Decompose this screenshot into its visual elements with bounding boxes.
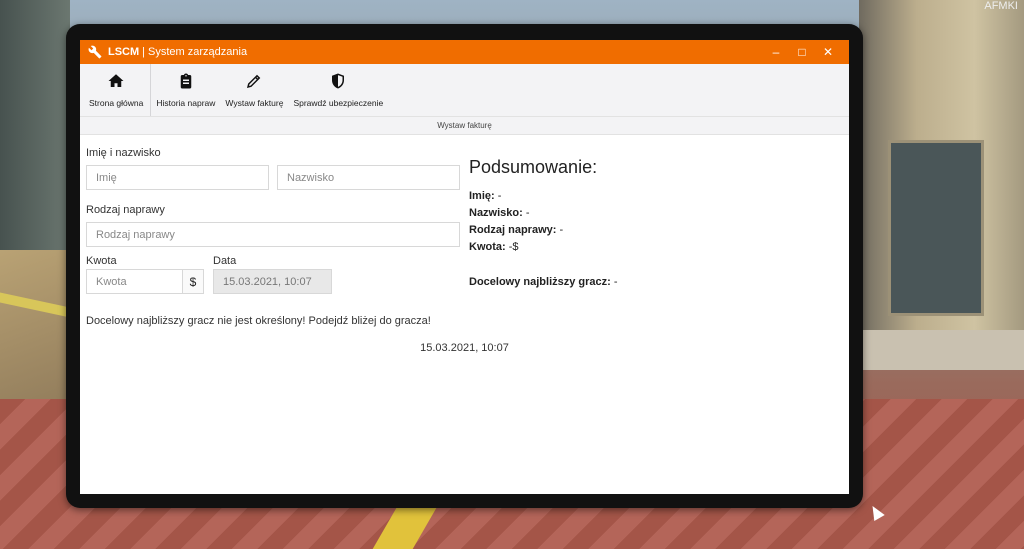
summary-first-name: Imię: -	[469, 190, 769, 202]
summary-panel: Podsumowanie: Imię: - Nazwisko: - Rodzaj…	[469, 157, 769, 293]
toolbar-history-label: Historia napraw	[156, 98, 216, 108]
toolbar-invoice-button[interactable]: Wystaw fakturę	[220, 64, 288, 116]
title-bar: LSCM | System zarządzania – □ ✕	[80, 40, 849, 64]
home-icon	[108, 74, 124, 87]
shield-icon	[332, 73, 345, 89]
summary-repair-value: -	[556, 224, 564, 236]
repair-label: Rodzaj naprawy	[86, 204, 165, 216]
toolbar-insurance-label: Sprawdź ubezpieczenie	[293, 98, 384, 108]
date-input	[213, 269, 332, 294]
summary-last-name-value: -	[522, 207, 530, 219]
invoice-form: Imię i nazwisko Rodzaj naprawy Kwota $	[86, 147, 460, 294]
summary-amount-key: Kwota:	[469, 241, 506, 253]
name-row	[86, 165, 460, 190]
summary-spacer	[469, 258, 769, 276]
invoice-content: Imię i nazwisko Rodzaj naprawy Kwota $	[80, 135, 849, 494]
summary-first-name-value: -	[494, 190, 502, 202]
close-button[interactable]: ✕	[815, 45, 841, 59]
background-building-left	[0, 0, 70, 260]
last-name-input[interactable]	[277, 165, 460, 190]
toolbar-invoice-label: Wystaw fakturę	[225, 98, 284, 108]
first-name-input[interactable]	[86, 165, 269, 190]
toolbar-insurance-button[interactable]: Sprawdź ubezpieczenie	[288, 64, 388, 116]
page-title: Wystaw fakturę	[80, 117, 849, 135]
summary-title: Podsumowanie:	[469, 157, 598, 177]
title-separator: |	[142, 46, 146, 58]
footer-timestamp: 15.03.2021, 10:07	[420, 342, 509, 354]
toolbar-home-label: Strona główna	[89, 98, 144, 108]
tablet-frame: LSCM | System zarządzania – □ ✕ Strona g…	[66, 24, 863, 508]
summary-last-name-key: Nazwisko:	[469, 207, 523, 219]
dollar-addon: $	[182, 269, 204, 294]
app-window: LSCM | System zarządzania – □ ✕ Strona g…	[80, 40, 849, 494]
amount-field: $	[86, 269, 204, 294]
summary-first-name-key: Imię:	[469, 190, 495, 202]
wrench-icon	[88, 45, 102, 59]
clipboard-icon	[180, 73, 192, 89]
player-warning: Docelowy najbliższy gracz nie jest okreś…	[86, 315, 431, 327]
maximize-button[interactable]: □	[789, 45, 815, 59]
pencil-icon	[247, 74, 261, 89]
summary-target-key: Docelowy najbliższy gracz:	[469, 276, 611, 288]
background-door	[888, 140, 984, 316]
app-subtitle: System zarządzania	[148, 46, 248, 58]
toolbar: Strona główna Historia napraw Wystaw fak…	[80, 64, 849, 117]
amount-date-row: Kwota $ Data	[86, 255, 460, 294]
toolbar-history-button[interactable]: Historia napraw	[151, 64, 220, 116]
name-label: Imię i nazwisko	[86, 147, 161, 159]
amount-input[interactable]	[86, 269, 182, 294]
summary-repair: Rodzaj naprawy: -	[469, 224, 769, 236]
app-name: LSCM	[108, 46, 140, 58]
amount-label: Kwota	[86, 255, 117, 267]
summary-target-player: Docelowy najbliższy gracz: -	[469, 276, 769, 288]
summary-target-value: -	[610, 276, 618, 288]
repair-type-input[interactable]	[86, 222, 460, 247]
background-sidewalk	[859, 330, 1024, 370]
amount-group: Kwota $	[86, 255, 204, 294]
window-controls: – □ ✕	[763, 45, 841, 59]
summary-repair-key: Rodzaj naprawy:	[469, 224, 557, 236]
date-label: Data	[213, 255, 237, 267]
background-corner-tag: AFMKI	[984, 0, 1018, 12]
toolbar-home-button[interactable]: Strona główna	[80, 64, 152, 116]
summary-last-name: Nazwisko: -	[469, 207, 769, 219]
minimize-button[interactable]: –	[763, 45, 789, 59]
summary-amount: Kwota: -$	[469, 241, 769, 253]
date-group: Data	[213, 255, 332, 294]
summary-amount-value: -$	[505, 241, 519, 253]
